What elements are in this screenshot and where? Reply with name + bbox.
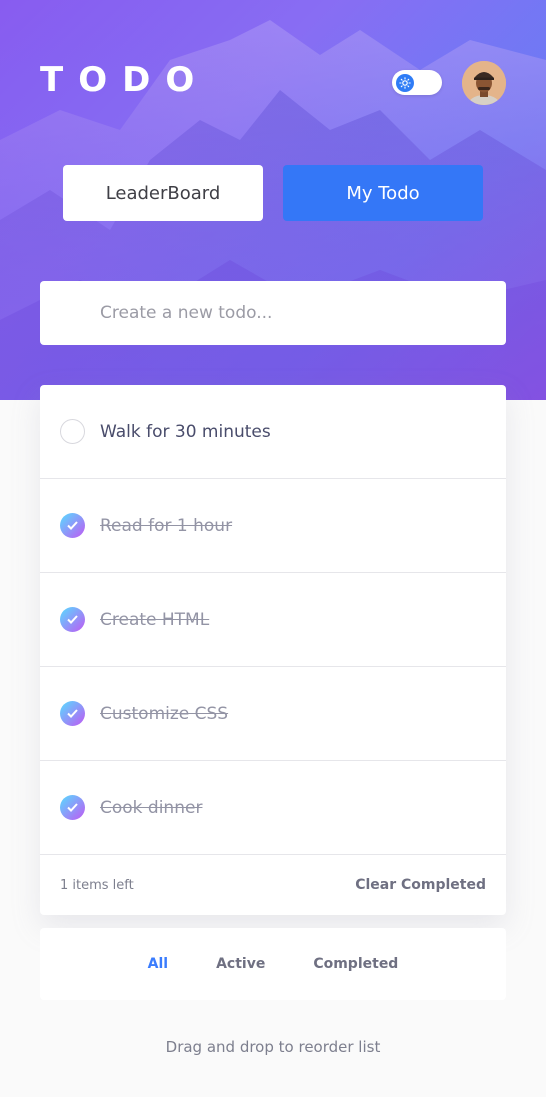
todo-checkbox[interactable] xyxy=(60,607,85,632)
reorder-hint: Drag and drop to reorder list xyxy=(165,1038,381,1056)
new-todo-box xyxy=(40,281,506,345)
todo-checkbox[interactable] xyxy=(60,513,85,538)
todo-text: Cook dinner xyxy=(100,797,203,818)
user-avatar[interactable] xyxy=(462,61,506,105)
leaderboard-button[interactable]: LeaderBoard xyxy=(63,165,263,221)
todo-item[interactable]: Walk for 30 minutes xyxy=(40,385,506,479)
todo-item[interactable]: Cook dinner xyxy=(40,761,506,855)
filter-active-button[interactable]: Active xyxy=(216,956,265,972)
todo-item[interactable]: Read for 1 hour xyxy=(40,479,506,573)
check-icon xyxy=(67,521,78,530)
sun-icon xyxy=(396,73,414,92)
check-icon xyxy=(67,803,78,812)
theme-toggle[interactable] xyxy=(392,70,442,95)
new-todo-input[interactable] xyxy=(100,303,480,323)
todo-text: Walk for 30 minutes xyxy=(100,421,271,442)
todo-text: Read for 1 hour xyxy=(100,515,233,536)
items-left-count: 1 items left xyxy=(60,877,134,893)
check-icon xyxy=(67,615,78,624)
clear-completed-button[interactable]: Clear Completed xyxy=(355,877,486,893)
filter-completed-button[interactable]: Completed xyxy=(313,956,398,972)
my-todo-button[interactable]: My Todo xyxy=(283,165,483,221)
filter-bar: All Active Completed xyxy=(40,928,506,1000)
todo-checkbox[interactable] xyxy=(60,419,85,444)
todo-item[interactable]: Customize CSS xyxy=(40,667,506,761)
todo-checkbox[interactable] xyxy=(60,701,85,726)
app-logo: TODO xyxy=(40,60,210,100)
filter-all-button[interactable]: All xyxy=(148,956,168,972)
check-icon xyxy=(67,709,78,718)
todo-list: Walk for 30 minutes Read for 1 hour Crea… xyxy=(40,385,506,915)
todo-text: Customize CSS xyxy=(100,703,229,724)
todo-item[interactable]: Create HTML xyxy=(40,573,506,667)
todo-checkbox[interactable] xyxy=(60,795,85,820)
list-footer: 1 items left Clear Completed xyxy=(40,855,506,915)
todo-text: Create HTML xyxy=(100,609,210,630)
